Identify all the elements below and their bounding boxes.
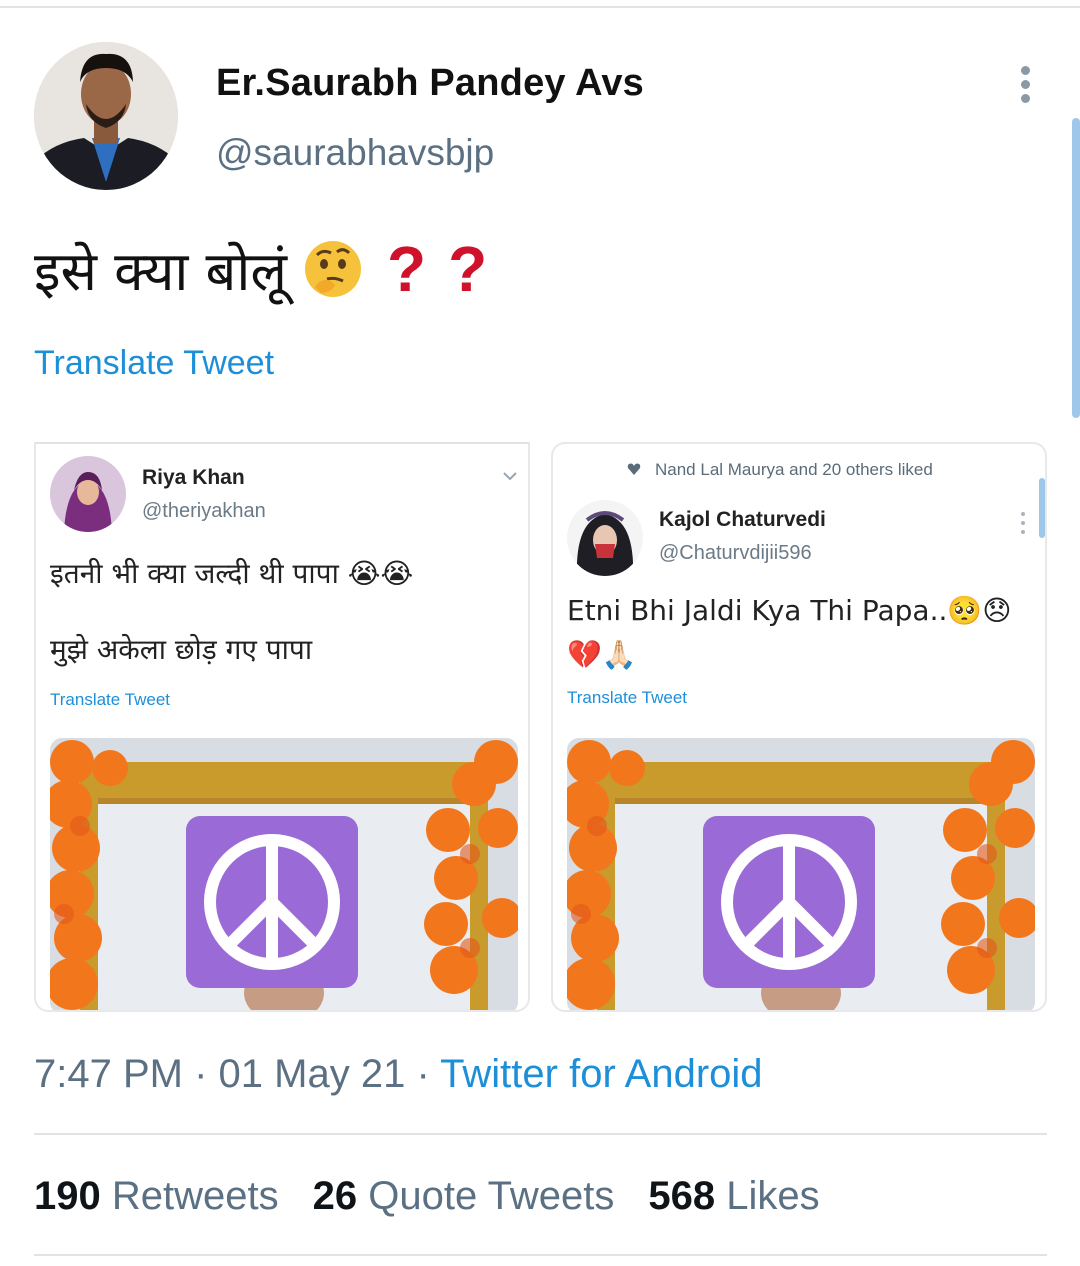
quote-tweets-count: 26: [312, 1174, 358, 1218]
translate-tweet-link[interactable]: Translate Tweet: [34, 344, 274, 383]
kajol-text-line1: Etni Bhi Jaldi Kya Thi Papa..🥺😞: [567, 594, 1012, 627]
divider: [34, 1254, 1047, 1256]
embedded-tweet-screenshot-right[interactable]: Nand Lal Maurya and 20 others liked Kajo…: [551, 442, 1047, 1012]
quote-tweets-label: Quote Tweets: [368, 1174, 615, 1218]
riya-avatar: [50, 456, 126, 532]
riya-name: Riya Khan: [142, 466, 245, 489]
divider: [34, 1133, 1047, 1135]
question-mark: ?: [386, 233, 427, 305]
kajol-avatar: [567, 500, 643, 576]
riya-translate-link: Translate Tweet: [50, 690, 171, 709]
meta-separator: ·: [416, 1052, 430, 1096]
top-divider: [0, 6, 1080, 8]
heart-icon: [627, 462, 641, 476]
engagement-stats: 190 Retweets 26 Quote Tweets 568 Likes: [34, 1174, 820, 1219]
retweets-count: 190: [34, 1174, 101, 1218]
tweet-time[interactable]: 7:47 PM: [34, 1052, 183, 1096]
liked-by-text: Nand Lal Maurya and 20 others liked: [655, 460, 933, 479]
riya-handle: @theriyakhan: [142, 500, 266, 522]
thinking-face-icon: [301, 237, 365, 301]
question-mark: ?: [448, 233, 488, 305]
memorial-photo: [50, 738, 518, 1010]
kajol-translate-link: Translate Tweet: [567, 688, 688, 707]
riya-text-line1: इतनी भी क्या जल्दी थी पापा 😭😭: [50, 557, 414, 590]
retweets-stat[interactable]: 190 Retweets: [34, 1174, 279, 1219]
retweets-label: Retweets: [111, 1174, 279, 1218]
tweet-text: इसे क्या बोलूं ? ?: [34, 232, 487, 306]
tweet-date[interactable]: 01 May 21: [219, 1052, 406, 1096]
meta-separator: ·: [194, 1052, 208, 1096]
riya-text-line2: मुझे अकेला छोड़ गए पापा: [50, 633, 313, 666]
kebab-menu-icon: [1021, 512, 1027, 538]
author-handle[interactable]: @saurabhavsbjp: [216, 132, 494, 174]
tweet-text-hindi: इसे क्या बोलूं: [34, 240, 287, 303]
likes-label: Likes: [726, 1174, 820, 1218]
tweet-source-link[interactable]: Twitter for Android: [440, 1052, 762, 1096]
scrollbar-thumb[interactable]: [1072, 118, 1080, 418]
kajol-name: Kajol Chaturvedi: [659, 508, 826, 531]
memorial-photo: [567, 738, 1035, 1010]
chevron-down-icon: [502, 468, 518, 484]
scrollbar-thumb-inner: [1039, 478, 1045, 538]
quote-tweets-stat[interactable]: 26 Quote Tweets: [313, 1174, 615, 1219]
more-options-icon: [1020, 66, 1030, 75]
kajol-handle: @Chaturvdijii596: [659, 542, 812, 564]
likes-stat[interactable]: 568 Likes: [648, 1174, 819, 1219]
tweet-meta: 7:47 PM · 01 May 21 · Twitter for Androi…: [34, 1052, 763, 1097]
embedded-tweet-screenshot-left[interactable]: Riya Khan @theriyakhan इतनी भी क्या जल्द…: [34, 442, 530, 1012]
author-name[interactable]: Er.Saurabh Pandey Avs: [216, 62, 644, 105]
kajol-text-line2: 💔🙏🏻: [567, 638, 637, 671]
author-avatar[interactable]: [34, 42, 178, 190]
more-options-button[interactable]: [1014, 66, 1036, 106]
likes-count: 568: [648, 1174, 716, 1218]
